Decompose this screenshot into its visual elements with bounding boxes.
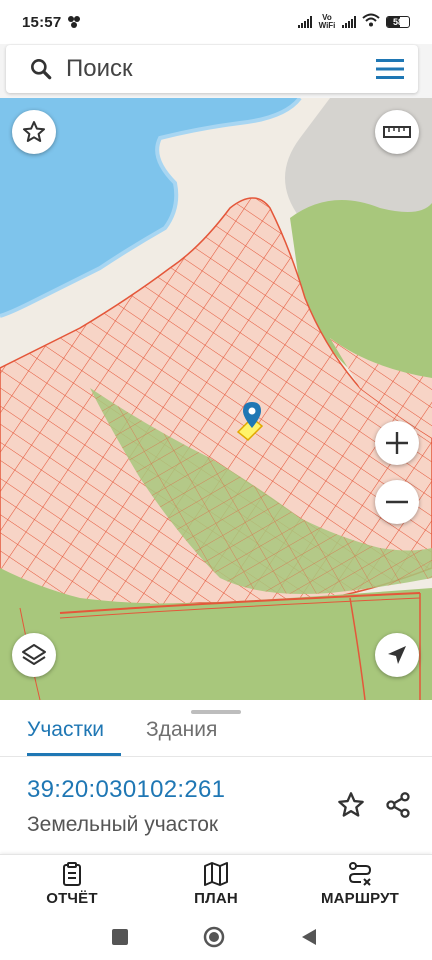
circle-icon — [203, 926, 225, 948]
ruler-icon — [383, 126, 411, 138]
plan-label: ПЛАН — [194, 890, 238, 907]
tab-buildings[interactable]: Здания — [146, 718, 217, 742]
layers-icon — [22, 644, 46, 665]
tabs: Участки Здания — [0, 714, 432, 757]
minus-icon — [386, 500, 408, 504]
share-icon — [386, 792, 410, 818]
route-label: МАРШРУТ — [320, 890, 400, 907]
search-icon — [31, 59, 52, 80]
status-bar: 15:57 Vo WiFi 58 — [0, 0, 432, 44]
system-nav-bar — [0, 914, 432, 960]
back-button[interactable] — [296, 924, 322, 950]
route-button[interactable]: МАРШРУТ — [318, 861, 402, 907]
square-icon — [112, 929, 128, 945]
route-icon — [348, 862, 372, 886]
add-favorite-button[interactable] — [334, 788, 368, 822]
cell-signal-icon — [298, 16, 312, 28]
bottom-sheet: Участки Здания 39:20:030102:261 Земельны… — [0, 700, 432, 854]
parcel-type: Земельный участок — [27, 813, 219, 836]
layers-button[interactable] — [12, 633, 56, 677]
home-button[interactable] — [201, 924, 227, 950]
zoom-in-button[interactable] — [375, 421, 419, 465]
ruler-button[interactable] — [375, 110, 419, 154]
search-area: Поиск — [0, 44, 432, 98]
favorite-button[interactable] — [12, 110, 56, 154]
report-button[interactable]: ОТЧЁТ — [46, 861, 98, 907]
cadastral-number[interactable]: 39:20:030102:261 — [27, 776, 225, 804]
recent-apps-button[interactable] — [107, 924, 133, 950]
action-bar: ОТЧЁТ ПЛАН МАРШРУТ — [0, 854, 432, 915]
location-pin-icon — [243, 402, 261, 428]
clock: 15:57 — [22, 13, 62, 31]
map-canvas[interactable] — [0, 98, 432, 700]
search-bar[interactable]: Поиск — [6, 45, 418, 93]
plus-icon — [386, 432, 408, 454]
locate-button[interactable] — [375, 633, 419, 677]
navigation-arrow-icon — [388, 646, 406, 664]
wifi-icon — [362, 13, 380, 31]
map-view[interactable] — [0, 98, 432, 700]
battery-level: 58 — [392, 17, 403, 27]
map-icon — [204, 862, 228, 886]
zoom-out-button[interactable] — [375, 480, 419, 524]
active-tab-indicator — [27, 753, 121, 756]
share-button[interactable] — [381, 788, 415, 822]
cell-signal-icon-2 — [342, 16, 356, 28]
hamburger-menu-icon[interactable] — [376, 58, 404, 80]
battery-icon: 58 — [386, 16, 410, 28]
star-outline-icon — [338, 792, 364, 817]
network-label: Vo WiFi — [318, 13, 336, 30]
star-outline-icon — [23, 121, 45, 142]
triangle-back-icon — [302, 929, 316, 945]
clipboard-icon — [63, 862, 81, 886]
tab-parcels[interactable]: Участки — [27, 718, 104, 742]
report-label: ОТЧЁТ — [46, 890, 98, 907]
search-input[interactable]: Поиск — [66, 55, 133, 83]
notification-icon — [67, 15, 81, 29]
plan-button[interactable]: ПЛАН — [192, 861, 240, 907]
